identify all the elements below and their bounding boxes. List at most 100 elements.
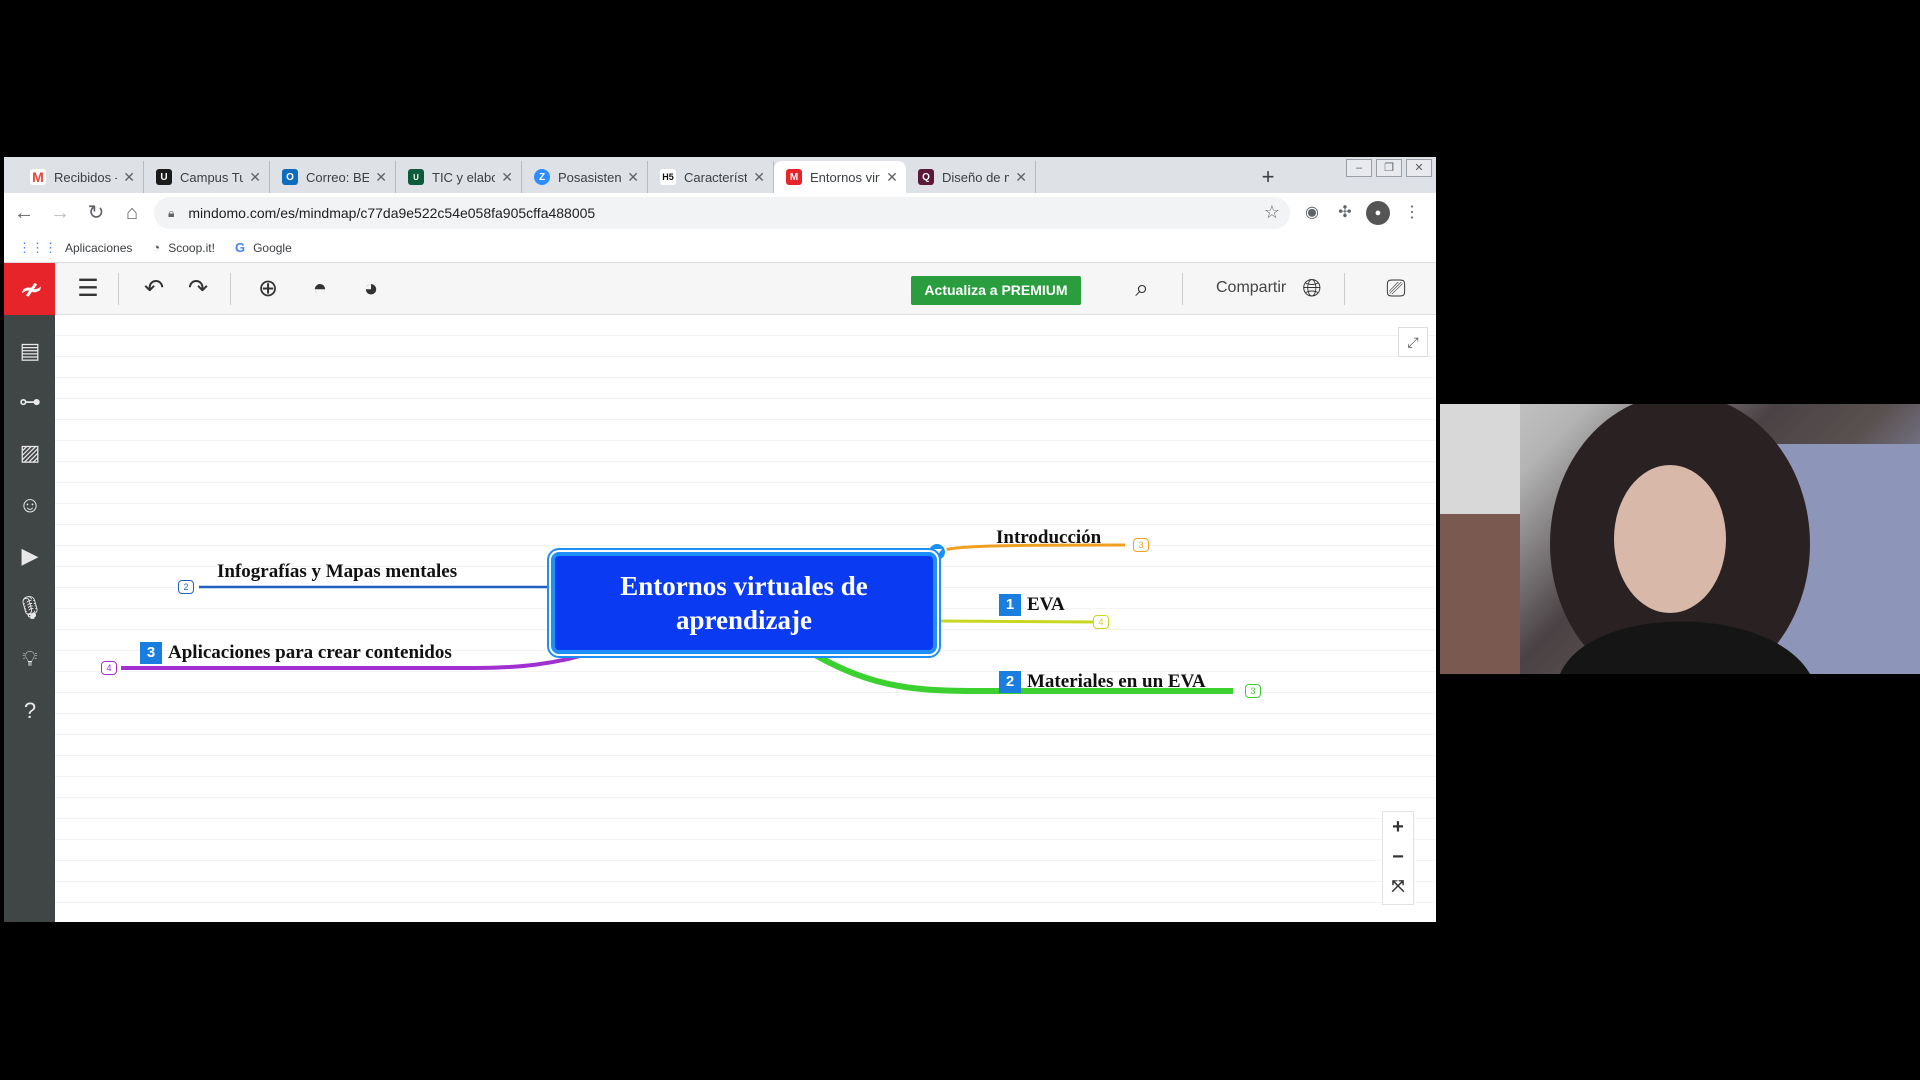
minimize-button[interactable]: – (1346, 159, 1372, 177)
tab-label: Entornos virtua (810, 169, 880, 185)
divider (230, 273, 231, 305)
tab-label: Características (684, 169, 748, 185)
zoom-in-button[interactable]: + (1383, 812, 1413, 842)
presentation-icon[interactable]: ⎚ (1382, 275, 1410, 303)
notes-icon[interactable]: ▤ (16, 337, 44, 365)
tab-label: TIC y elaboraci (432, 169, 496, 185)
window-controls: – ❐ ✕ (1346, 159, 1432, 177)
tab-label: Posasistente - 2 (558, 169, 622, 185)
topic-label: Aplicaciones para crear contenidos (168, 642, 452, 663)
url-text: mindomo.com/es/mindmap/c77da9e522c54e058… (188, 205, 596, 221)
extension-icon[interactable]: ◉ (1300, 201, 1324, 225)
topic-aplicaciones[interactable]: 3 Aplicaciones para crear contenidos (140, 642, 452, 664)
tab-caracteristicas[interactable]: H5 Características ✕ (648, 161, 774, 193)
children-count-badge[interactable]: 2 (178, 580, 194, 594)
undo-icon[interactable]: ↶ (140, 275, 168, 303)
close-icon[interactable]: ✕ (627, 169, 639, 186)
bookmark-scoopit[interactable]: ◔ Scoop.it! (152, 240, 215, 255)
extensions-puzzle-icon[interactable]: ✣ (1333, 201, 1357, 225)
close-icon[interactable]: ✕ (1015, 169, 1027, 186)
tab-gmail[interactable]: M Recibidos - bea ✕ (18, 161, 144, 193)
bookmark-google[interactable]: G Google (235, 240, 292, 255)
mindomo-app: ≁ ☰ ↶ ↷ ⊕ ◓ ◕ Actualiza a PREMIUM ⌕ Comp… (4, 263, 1436, 922)
topic-eva[interactable]: 1 EVA (999, 594, 1065, 616)
upgrade-premium-button[interactable]: Actualiza a PREMIUM (911, 276, 1081, 305)
children-count-badge[interactable]: 4 (1093, 615, 1109, 629)
close-icon[interactable]: ✕ (249, 169, 261, 186)
tab-correo[interactable]: O Correo: BEATRI ✕ (270, 161, 396, 193)
tab-entornos-virtuales[interactable]: M Entornos virtua ✕ (774, 161, 906, 193)
bookmark-aplicaciones[interactable]: ⋮⋮⋮ Aplicaciones (18, 240, 132, 256)
close-icon[interactable]: ✕ (501, 169, 513, 186)
mindmap-canvas[interactable]: Entornos virtuales de aprendizaje Introd… (55, 315, 1436, 922)
google-icon: G (234, 240, 246, 255)
central-topic[interactable]: Entornos virtuales de aprendizaje (551, 552, 937, 654)
bookmark-star-icon[interactable]: ☆ (1264, 202, 1280, 223)
zoom-controls: + − ⤧ (1382, 811, 1414, 905)
reload-button[interactable]: ↻ (80, 197, 112, 229)
quizlet-icon: Q (918, 169, 934, 185)
tab-campus-tutor[interactable]: U Campus Tutor ✕ (144, 161, 270, 193)
hamburger-menu-icon[interactable]: ☰ (74, 275, 102, 303)
new-tab-button[interactable]: + (1254, 163, 1282, 191)
globe-icon[interactable]: 🌐︎ (1298, 275, 1326, 303)
profile-avatar[interactable]: ● (1366, 201, 1390, 225)
scoopit-icon: ◔ (152, 240, 161, 255)
children-count-badge[interactable]: 3 (1133, 538, 1149, 552)
webcam-video (1440, 404, 1920, 674)
branch-line-eva (936, 619, 1094, 624)
search-icon[interactable]: ⌕ (1128, 275, 1156, 303)
share-button[interactable]: Compartir (1216, 279, 1286, 297)
redo-icon[interactable]: ↷ (184, 275, 212, 303)
children-count-badge[interactable]: 3 (1245, 684, 1261, 698)
relationship-icon[interactable]: ◓ (306, 275, 334, 303)
forward-button[interactable]: → (44, 197, 76, 229)
fit-to-screen-icon[interactable]: ⤧ (1383, 872, 1413, 902)
home-button[interactable]: ⌂ (116, 197, 148, 229)
video-icon[interactable]: ▶ (16, 542, 44, 570)
close-icon[interactable]: ✕ (886, 169, 898, 186)
campus-icon: U (156, 169, 172, 185)
uned-icon: U (408, 169, 424, 185)
zoom-icon: Z (534, 169, 550, 185)
fullscreen-expand-icon[interactable]: ⤢ (1398, 327, 1428, 357)
tab-strip: M Recibidos - bea ✕ U Campus Tutor ✕ O C… (4, 157, 1436, 193)
menu-kebab-icon[interactable]: ⋮ (1400, 201, 1424, 225)
link-icon[interactable]: ⊶ (16, 388, 44, 416)
tab-posasistente[interactable]: Z Posasistente - 2 ✕ (522, 161, 648, 193)
image-icon[interactable]: ▨ (16, 439, 44, 467)
add-topic-icon[interactable]: ⊕ (254, 275, 282, 303)
close-icon[interactable]: ✕ (123, 169, 135, 186)
topic-label: Infografías y Mapas mentales (217, 561, 458, 582)
restore-button[interactable]: ❐ (1376, 159, 1402, 177)
emoji-icon[interactable]: ☺ (16, 491, 44, 519)
topic-label: Introducción (996, 527, 1102, 548)
close-icon[interactable]: ✕ (375, 169, 387, 186)
topic-number: 3 (140, 642, 162, 664)
zoom-out-button[interactable]: − (1383, 842, 1413, 872)
topic-infografias[interactable]: Infografías y Mapas mentales (217, 561, 457, 583)
topic-materiales[interactable]: 2 Materiales en un EVA (999, 671, 1206, 693)
close-icon[interactable]: ✕ (753, 169, 765, 186)
divider (1182, 273, 1183, 305)
children-count-badge[interactable]: 4 (101, 661, 117, 675)
topic-number: 1 (999, 594, 1021, 616)
topic-label: EVA (1027, 594, 1065, 615)
tab-tic[interactable]: U TIC y elaboraci ✕ (396, 161, 522, 193)
mindomo-icon: M (786, 169, 802, 185)
topic-introduccion[interactable]: Introducción (996, 527, 1101, 549)
h5p-icon: H5 (660, 169, 676, 185)
mindomo-logo-icon[interactable]: ≁ (4, 263, 55, 315)
microphone-icon[interactable]: 🎙︎ (16, 594, 44, 622)
close-window-button[interactable]: ✕ (1406, 159, 1432, 177)
help-icon[interactable]: ? (16, 697, 44, 725)
theme-palette-icon[interactable]: ◕ (357, 275, 385, 303)
app-toolbar: ≁ ☰ ↶ ↷ ⊕ ◓ ◕ Actualiza a PREMIUM ⌕ Comp… (4, 263, 1436, 315)
lightbulb-icon[interactable]: 💡︎ (16, 645, 44, 673)
tab-diseno[interactable]: Q Diseño de mat ✕ (906, 161, 1036, 193)
address-bar[interactable]: 🔒︎ mindomo.com/es/mindmap/c77da9e522c54e… (154, 197, 1290, 229)
back-button[interactable]: ← (8, 197, 40, 229)
left-sidebar: ▤ ⊶ ▨ ☺ ▶ 🎙︎ 💡︎ ? (4, 315, 55, 922)
webcam-person-image (1440, 404, 1920, 674)
apps-grid-icon: ⋮⋮⋮ (18, 239, 57, 255)
